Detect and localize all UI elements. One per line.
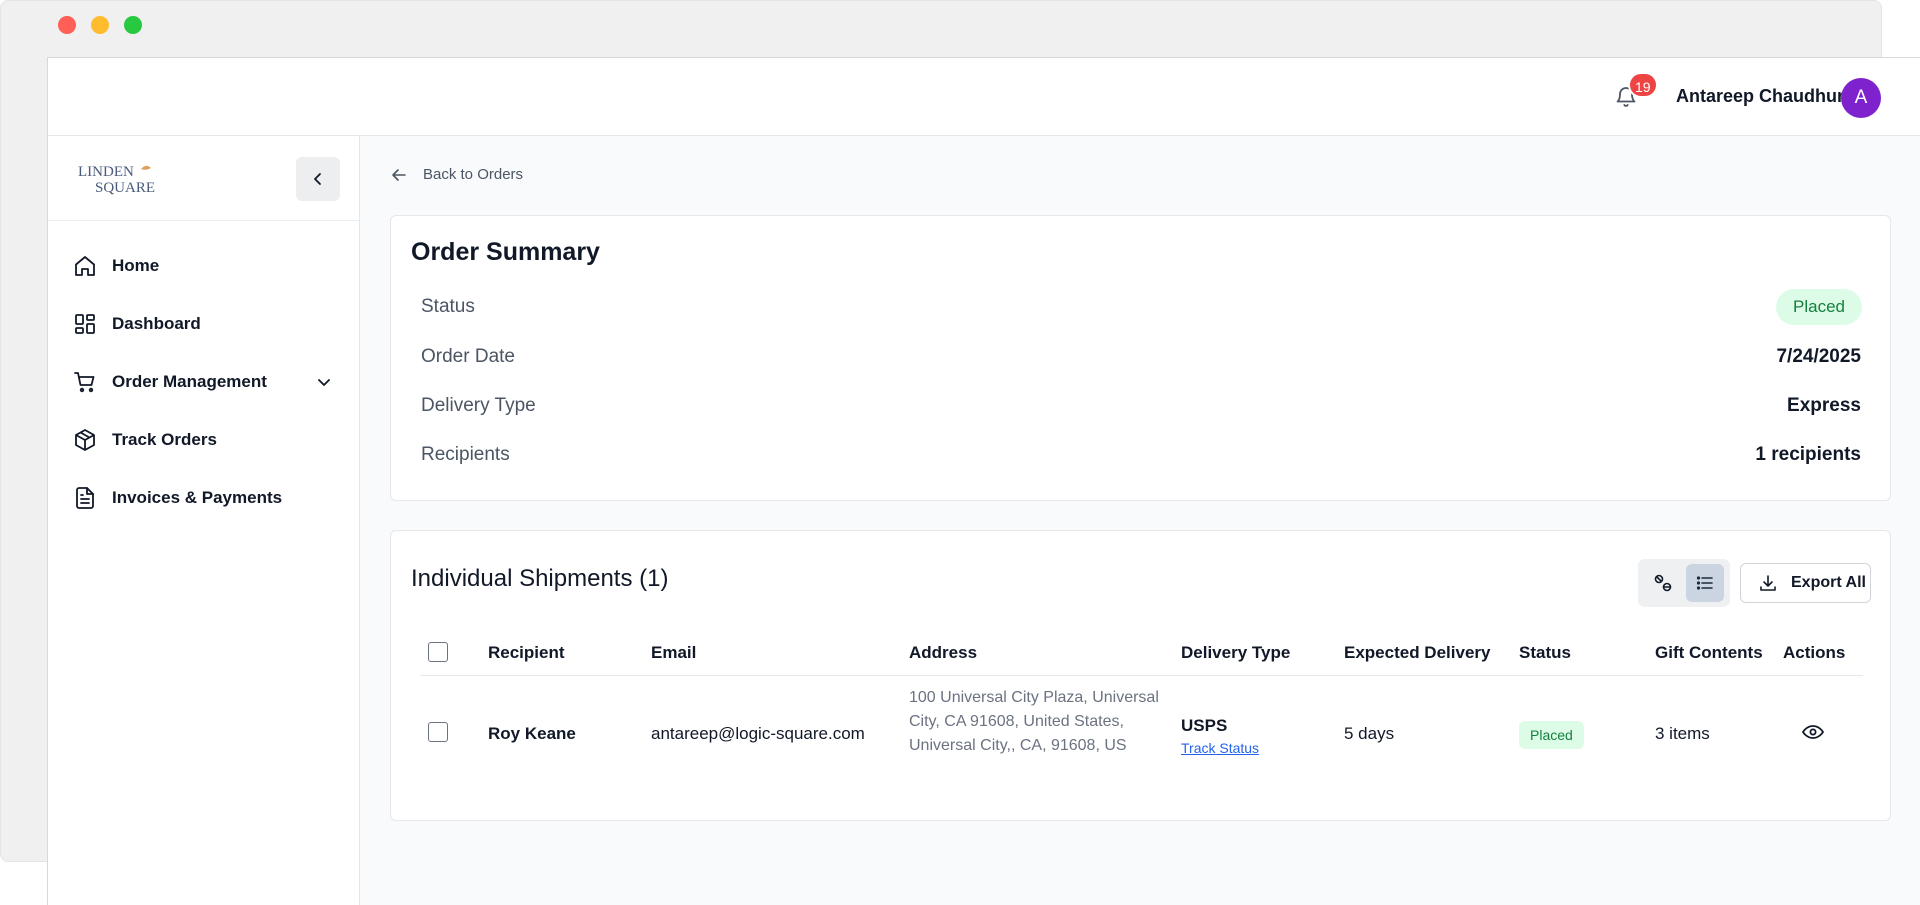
recipient-name: Roy Keane xyxy=(488,724,576,743)
sidebar-item-label: Order Management xyxy=(112,372,267,391)
column-header-gift-contents[interactable]: Gift Contents xyxy=(1655,643,1763,663)
order-summary-card: Order Summary Status Placed Order Date 7… xyxy=(390,215,1891,501)
table-row: Roy Keane antareep@logic-square.com 100 … xyxy=(420,676,1863,796)
column-header-actions: Actions xyxy=(1783,643,1846,662)
user-name[interactable]: Antareep Chaudhuri xyxy=(1676,86,1849,107)
gift-contents: 3 items xyxy=(1655,724,1710,743)
track-status-link[interactable]: Track Status xyxy=(1181,740,1259,756)
home-icon xyxy=(72,253,98,279)
individual-shipments-card: Individual Shipments (1) Export All Reci… xyxy=(390,530,1891,821)
document-icon xyxy=(72,485,98,511)
list-icon xyxy=(1696,576,1713,590)
recipients-label: Recipients xyxy=(421,444,510,465)
logo-text-top: LINDEN xyxy=(78,164,134,180)
order-date-label: Order Date xyxy=(421,346,515,367)
sidebar-item-order-management[interactable]: Order Management xyxy=(48,353,359,411)
sidebar-nav: Home Dashboard Order Management Track Or… xyxy=(48,221,359,527)
recipient-email: antareep@logic-square.com xyxy=(651,724,865,743)
carrier-name: USPS xyxy=(1181,716,1228,735)
list-view-button[interactable] xyxy=(1686,564,1724,602)
close-window-button[interactable] xyxy=(58,16,76,34)
column-header-delivery-type[interactable]: Delivery Type xyxy=(1181,643,1290,663)
sidebar-item-invoices-payments[interactable]: Invoices & Payments xyxy=(48,469,359,527)
view-toggle xyxy=(1638,559,1730,607)
delivery-type-label: Delivery Type xyxy=(421,395,536,416)
dashboard-icon xyxy=(72,311,98,337)
collapse-sidebar-button[interactable] xyxy=(296,157,340,201)
status-badge: Placed xyxy=(1519,721,1584,749)
minimize-window-button[interactable] xyxy=(91,16,109,34)
sidebar: LINDEN SQUARE Home Dashboard Order Manag… xyxy=(48,136,360,905)
order-date-value: 7/24/2025 xyxy=(1776,346,1861,367)
column-header-expected-delivery[interactable]: Expected Delivery xyxy=(1344,643,1490,663)
order-summary-title: Order Summary xyxy=(411,238,600,266)
package-icon xyxy=(72,427,98,453)
column-header-status[interactable]: Status xyxy=(1519,643,1571,663)
expected-delivery: 5 days xyxy=(1344,724,1395,743)
grouped-view-button[interactable] xyxy=(1644,564,1682,602)
link-slash-icon xyxy=(1654,574,1672,592)
sidebar-item-label: Track Orders xyxy=(112,430,217,449)
back-to-orders-label: Back to Orders xyxy=(423,166,524,183)
brand-logo[interactable]: LINDEN SQUARE xyxy=(75,158,179,200)
sidebar-item-label: Home xyxy=(112,256,160,275)
sidebar-item-track-orders[interactable]: Track Orders xyxy=(48,411,359,469)
export-all-label: Export All xyxy=(1791,574,1866,591)
chevron-down-icon[interactable] xyxy=(316,374,332,390)
column-header-recipient[interactable]: Recipient xyxy=(488,643,565,663)
back-to-orders-link[interactable]: Back to Orders xyxy=(391,166,523,183)
sidebar-item-label: Dashboard xyxy=(112,314,201,333)
recipients-value: 1 recipients xyxy=(1755,444,1861,465)
sidebar-header: LINDEN SQUARE xyxy=(48,136,359,221)
avatar[interactable]: A xyxy=(1841,78,1881,118)
delivery-type-value: Express xyxy=(1787,395,1861,416)
app-window: 19 Antareep Chaudhuri A LINDEN SQUARE Ho… xyxy=(47,57,1920,905)
sidebar-item-home[interactable]: Home xyxy=(48,237,359,295)
status-label: Status xyxy=(421,296,475,317)
shipments-title: Individual Shipments (1) xyxy=(411,565,669,592)
shipments-table-header: Recipient Email Address Delivery Type Ex… xyxy=(420,634,1863,676)
download-icon xyxy=(1760,575,1776,591)
export-all-button[interactable]: Export All xyxy=(1740,563,1871,603)
chevron-left-icon xyxy=(314,173,321,185)
maximize-window-button[interactable] xyxy=(124,16,142,34)
column-header-address[interactable]: Address xyxy=(909,643,977,663)
sidebar-item-label: Invoices & Payments xyxy=(112,488,283,507)
cart-icon xyxy=(72,369,98,395)
recipient-address: 100 Universal City Plaza, Universal City… xyxy=(909,689,1159,754)
logo-text-bottom: SQUARE xyxy=(95,180,155,196)
sidebar-item-dashboard[interactable]: Dashboard xyxy=(48,295,359,353)
select-all-checkbox[interactable] xyxy=(428,642,448,662)
column-header-email[interactable]: Email xyxy=(651,643,696,663)
row-select-checkbox[interactable] xyxy=(428,722,448,742)
order-status-badge: Placed xyxy=(1776,289,1862,325)
notification-count-badge: 19 xyxy=(1628,72,1658,98)
arrow-left-icon xyxy=(392,168,406,181)
view-details-eye-icon[interactable] xyxy=(1801,720,1825,744)
top-bar: 19 Antareep Chaudhuri A xyxy=(48,58,1920,136)
main-content: Back to Orders Order Summary Status Plac… xyxy=(360,136,1920,905)
